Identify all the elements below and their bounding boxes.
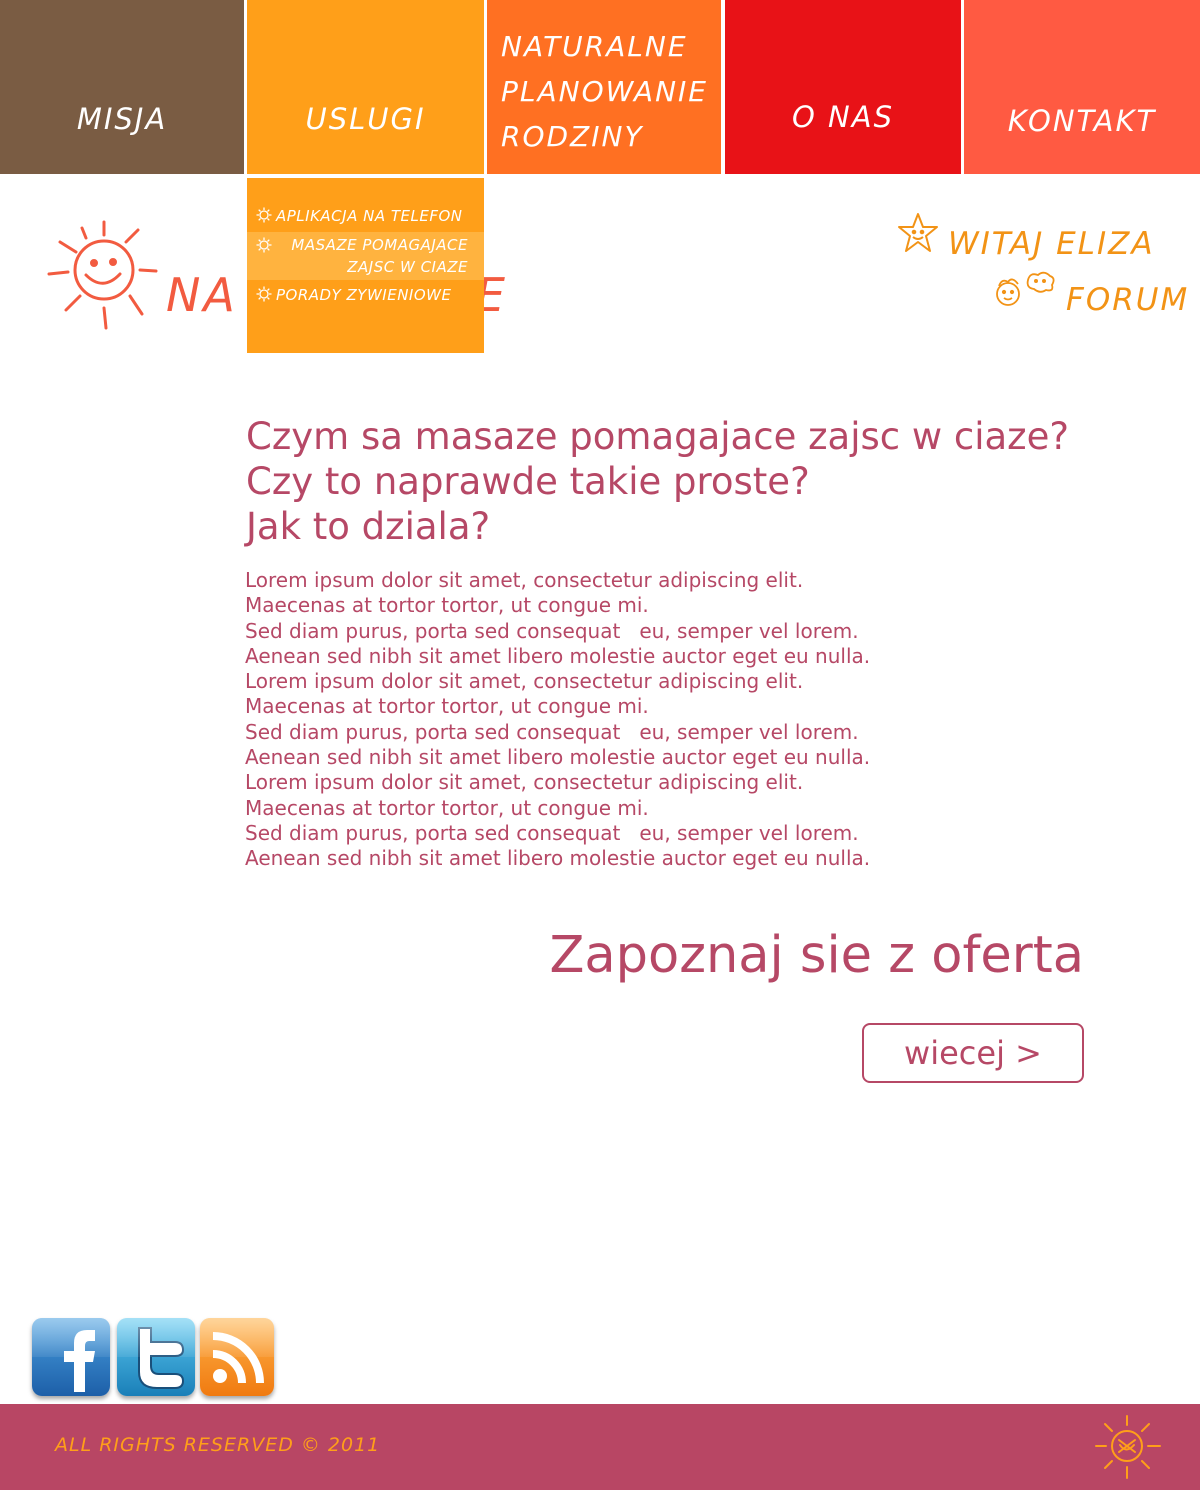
twitter-button[interactable] bbox=[117, 1318, 195, 1396]
article-body: Lorem ipsum dolor sit amet, consectetur … bbox=[245, 568, 945, 872]
nav-uslugi[interactable]: USLUGI bbox=[247, 0, 484, 174]
sun-bullet-icon bbox=[256, 286, 272, 302]
body-line: Sed diam purus, porta sed consequat eu, … bbox=[245, 820, 859, 845]
nav-kontakt-label: KONTAKT bbox=[1007, 104, 1157, 138]
logo-text-visible: NA bbox=[166, 268, 238, 322]
article-headline: Czym sa masaze pomagajace zajsc w ciaze?… bbox=[246, 414, 1146, 549]
offer-title: Zapoznaj sie z oferta bbox=[549, 926, 1084, 985]
nav-o-nas[interactable]: O NAS bbox=[725, 0, 961, 174]
user-greeting[interactable]: WITAJ ELIZA bbox=[948, 226, 1155, 262]
footer: ALL RIGHTS RESERVED © 2011 bbox=[0, 1404, 1200, 1490]
gloss-overlay bbox=[32, 1318, 110, 1357]
body-line: Sed diam purus, porta sed consequat eu, … bbox=[245, 719, 859, 744]
nav-npr-line: RODZINY bbox=[501, 120, 644, 153]
nav-npr-label: NATURALNE PLANOWANIE RODZINY bbox=[501, 24, 721, 159]
uslugi-dropdown-menu: APLIKACJA NA TELEFON MASAZE POMAGAJACE Z… bbox=[247, 178, 484, 353]
gloss-overlay bbox=[117, 1318, 195, 1357]
nav-misja-label: MISJA bbox=[76, 102, 168, 136]
dropdown-item-label: MASAZE POMAGAJACE bbox=[291, 236, 468, 254]
sun-icon bbox=[1095, 1415, 1161, 1479]
body-line: Maecenas at tortor tortor, ut congue mi. bbox=[245, 694, 649, 719]
nav-naturalne-planowanie-rodziny[interactable]: NATURALNE PLANOWANIE RODZINY bbox=[487, 0, 721, 174]
sun-icon bbox=[47, 220, 158, 330]
body-line: Lorem ipsum dolor sit amet, consectetur … bbox=[245, 770, 804, 795]
body-line: Aenean sed nibh sit amet libero molestie… bbox=[245, 643, 871, 668]
sun-bullet-icon bbox=[256, 207, 272, 223]
dropdown-item-label: APLIKACJA NA TELEFON bbox=[276, 207, 463, 225]
more-button[interactable]: wiecej > bbox=[862, 1023, 1084, 1083]
nav-uslugi-label: USLUGI bbox=[305, 102, 426, 136]
star-icon bbox=[898, 213, 938, 252]
dropdown-item-masaze[interactable]: MASAZE POMAGAJACE ZAJSC W CIAZE bbox=[247, 232, 484, 280]
dropdown-item-label: ZAJSC W CIAZE bbox=[347, 258, 468, 276]
dropdown-item-porady[interactable]: PORADY ZYWIENIOWE bbox=[247, 284, 484, 308]
copyright-text: ALL RIGHTS RESERVED © 2011 bbox=[55, 1434, 381, 1456]
forum-link[interactable]: FORUM bbox=[1066, 282, 1189, 318]
gloss-overlay bbox=[200, 1318, 274, 1357]
rss-button[interactable] bbox=[200, 1318, 274, 1396]
nav-misja[interactable]: MISJA bbox=[0, 0, 244, 174]
nav-npr-line: PLANOWANIE bbox=[501, 75, 708, 108]
sun-bullet-icon bbox=[256, 237, 272, 253]
body-line: Sed diam purus, porta sed consequat eu, … bbox=[245, 618, 859, 643]
body-line: Maecenas at tortor tortor, ut congue mi. bbox=[245, 593, 649, 618]
body-line: Aenean sed nibh sit amet libero molestie… bbox=[245, 846, 871, 871]
headline-line: Czym sa masaze pomagajace zajsc w ciaze? bbox=[246, 415, 1069, 458]
facebook-button[interactable] bbox=[32, 1318, 110, 1396]
body-line: Maecenas at tortor tortor, ut congue mi. bbox=[245, 795, 649, 820]
dropdown-item-aplikacja[interactable]: APLIKACJA NA TELEFON bbox=[247, 205, 484, 229]
body-line: Lorem ipsum dolor sit amet, consectetur … bbox=[245, 669, 804, 694]
headline-line: Czy to naprawde takie proste? bbox=[246, 460, 810, 503]
body-line: Aenean sed nibh sit amet libero molestie… bbox=[245, 745, 871, 770]
body-line: Lorem ipsum dolor sit amet, consectetur … bbox=[245, 568, 804, 592]
nav-npr-line: NATURALNE bbox=[501, 30, 688, 63]
headline-line: Jak to dziala? bbox=[246, 505, 491, 548]
nav-o-nas-label: O NAS bbox=[792, 100, 894, 134]
nav-kontakt[interactable]: KONTAKT bbox=[964, 0, 1200, 174]
dropdown-item-label: PORADY ZYWIENIOWE bbox=[276, 286, 452, 304]
kids-icon bbox=[996, 271, 1055, 306]
